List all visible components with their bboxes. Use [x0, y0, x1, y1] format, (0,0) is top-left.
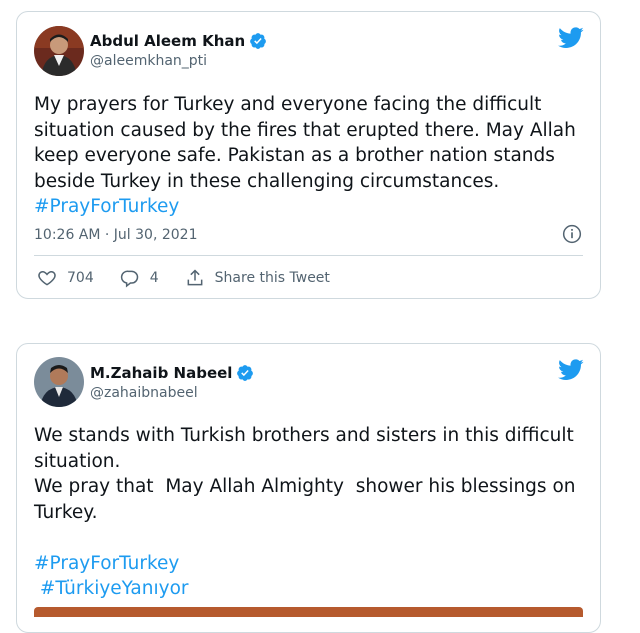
- display-name[interactable]: Abdul Aleem Khan: [90, 32, 267, 50]
- avatar[interactable]: [34, 357, 84, 407]
- action-bar: 704 4 Share this Tweet: [37, 268, 356, 288]
- share-icon: [187, 269, 203, 286]
- display-name-text[interactable]: Abdul Aleem Khan: [90, 32, 245, 50]
- share-label: Share this Tweet: [214, 270, 330, 286]
- media-preview[interactable]: [34, 607, 583, 617]
- twitter-bird-icon[interactable]: [558, 359, 584, 381]
- heart-icon: [38, 270, 56, 286]
- tweet-text: My prayers for Turkey and everyone facin…: [34, 92, 588, 220]
- twitter-bird-icon[interactable]: [558, 27, 584, 49]
- tweet-body: My prayers for Turkey and everyone facin…: [34, 94, 582, 192]
- display-name-text[interactable]: M.Zahaib Nabeel: [90, 364, 232, 382]
- handle[interactable]: @aleemkhan_pti: [90, 53, 207, 69]
- share-button[interactable]: Share this Tweet: [185, 268, 330, 288]
- reply-button[interactable]: 4: [120, 268, 159, 288]
- tweet-body: We stands with Turkish brothers and sist…: [34, 425, 576, 523]
- verified-badge-icon: [250, 33, 267, 49]
- tweet-card[interactable]: Abdul Aleem Khan @aleemkhan_pti My praye…: [16, 11, 601, 299]
- tweet-text: We stands with Turkish brothers and sist…: [34, 423, 588, 602]
- like-button[interactable]: 704: [37, 268, 94, 288]
- avatar[interactable]: [34, 26, 84, 76]
- timestamp[interactable]: 10:26 AM · Jul 30, 2021: [34, 227, 198, 243]
- handle[interactable]: @zahaibnabeel: [90, 385, 198, 401]
- divider: [34, 255, 583, 256]
- reply-count: 4: [149, 270, 159, 286]
- like-count: 704: [67, 270, 94, 286]
- hashtag-link[interactable]: #TürkiyeYanıyor: [40, 578, 189, 599]
- reply-icon: [120, 270, 138, 288]
- info-icon[interactable]: [562, 224, 582, 244]
- hashtag-link[interactable]: #PrayForTurkey: [34, 553, 179, 574]
- display-name[interactable]: M.Zahaib Nabeel: [90, 364, 254, 382]
- hashtag-link[interactable]: #PrayForTurkey: [34, 196, 179, 217]
- verified-badge-icon: [237, 365, 254, 381]
- tweet-card[interactable]: M.Zahaib Nabeel @zahaibnabeel We stands …: [16, 343, 601, 633]
